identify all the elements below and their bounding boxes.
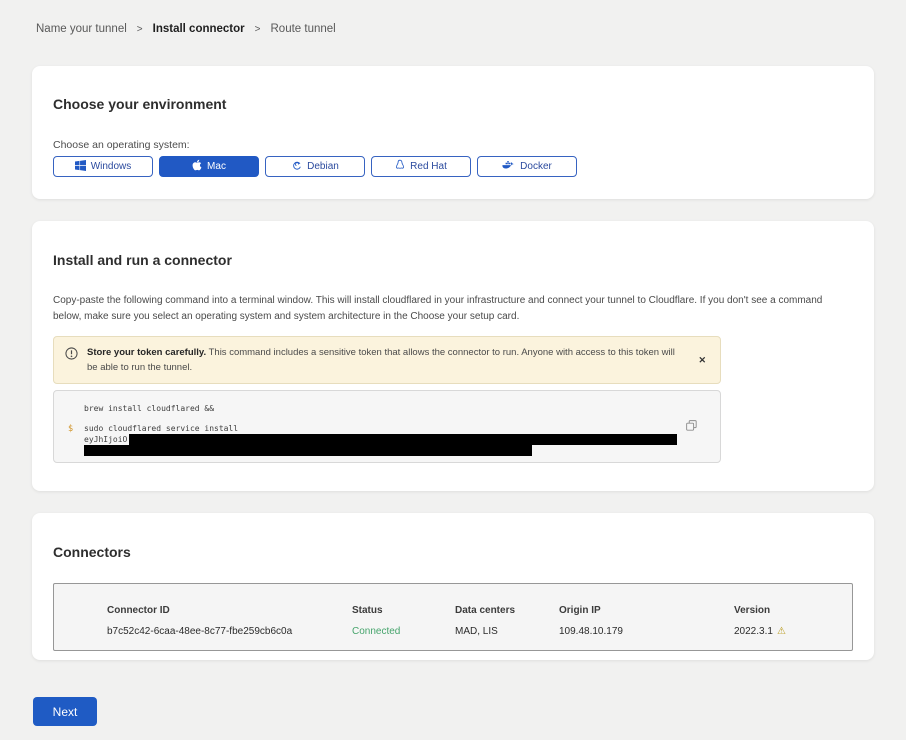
redhat-linux-icon bbox=[395, 159, 405, 174]
origin-ip-value: 109.48.10.179 bbox=[559, 626, 734, 637]
version-value: 2022.3.1 ⚠ bbox=[734, 626, 852, 637]
token-warning-bold: Store your token carefully. bbox=[87, 347, 206, 358]
os-button-label: Docker bbox=[520, 161, 552, 172]
breadcrumb-install-connector[interactable]: Install connector bbox=[153, 23, 245, 35]
breadcrumb-name-your-tunnel[interactable]: Name your tunnel bbox=[36, 23, 127, 35]
next-button[interactable]: Next bbox=[33, 697, 97, 726]
data-centers-value: MAD, LIS bbox=[455, 626, 559, 637]
token-warning-banner: Store your token carefully. This command… bbox=[53, 336, 721, 384]
debian-icon bbox=[291, 160, 302, 174]
token-warning-text: Store your token carefully. This command… bbox=[87, 345, 685, 375]
token-prefix: eyJhIjoiO bbox=[84, 435, 127, 444]
token-redaction-bar bbox=[129, 434, 677, 445]
version-number: 2022.3.1 bbox=[734, 626, 773, 637]
os-button-docker[interactable]: Docker bbox=[477, 156, 577, 177]
os-button-label: Windows bbox=[91, 161, 132, 172]
column-origin-ip: Origin IP bbox=[559, 605, 734, 616]
connector-id-value: b7c52c42-6caa-48ee-8c77-fbe259cb6c0a bbox=[107, 626, 352, 637]
install-card-description: Copy-paste the following command into a … bbox=[53, 293, 853, 325]
breadcrumb: Name your tunnel > Install connector > R… bbox=[36, 23, 336, 35]
close-icon[interactable]: ✕ bbox=[694, 353, 710, 368]
alert-circle-icon bbox=[65, 347, 78, 365]
environment-card: Choose your environment Choose an operat… bbox=[32, 66, 874, 199]
install-card-title: Install and run a connector bbox=[53, 252, 232, 268]
install-connector-card: Install and run a connector Copy-paste t… bbox=[32, 221, 874, 491]
column-connector-id: Connector ID bbox=[107, 605, 352, 616]
column-version: Version bbox=[734, 605, 852, 616]
breadcrumb-route-tunnel[interactable]: Route tunnel bbox=[271, 23, 336, 35]
breadcrumb-separator: > bbox=[255, 24, 261, 35]
status-badge: Connected bbox=[352, 626, 455, 637]
terminal-prompt: $ bbox=[68, 424, 73, 435]
warning-triangle-icon: ⚠ bbox=[777, 626, 786, 637]
terminal-command-block: $ brew install cloudflared && sudo cloud… bbox=[53, 390, 721, 463]
os-button-redhat[interactable]: Red Hat bbox=[371, 156, 471, 177]
column-data-centers: Data centers bbox=[455, 605, 559, 616]
connectors-card: Connectors Connector ID Status Data cent… bbox=[32, 513, 874, 660]
os-button-mac[interactable]: Mac bbox=[159, 156, 259, 177]
connectors-table: Connector ID Status Data centers Origin … bbox=[53, 583, 853, 651]
terminal-line-2: sudo cloudflared service install bbox=[84, 423, 706, 434]
os-select-label: Choose an operating system: bbox=[53, 139, 190, 151]
apple-icon bbox=[192, 159, 202, 174]
connectors-table-header: Connector ID Status Data centers Origin … bbox=[107, 605, 852, 616]
os-button-group: Windows Mac Debian Red Hat Docker bbox=[53, 156, 577, 177]
token-redaction-bar bbox=[84, 445, 532, 456]
os-button-label: Debian bbox=[307, 161, 339, 172]
os-button-windows[interactable]: Windows bbox=[53, 156, 153, 177]
terminal-line-1: brew install cloudflared && bbox=[84, 403, 706, 414]
breadcrumb-separator: > bbox=[137, 24, 143, 35]
terminal-token-line: eyJhIjoiO bbox=[84, 434, 706, 445]
docker-whale-icon bbox=[502, 160, 515, 173]
environment-card-title: Choose your environment bbox=[53, 96, 226, 112]
os-button-label: Red Hat bbox=[410, 161, 447, 172]
copy-icon[interactable] bbox=[685, 418, 698, 435]
connectors-card-title: Connectors bbox=[53, 544, 131, 560]
table-row: b7c52c42-6caa-48ee-8c77-fbe259cb6c0a Con… bbox=[107, 626, 852, 637]
os-button-debian[interactable]: Debian bbox=[265, 156, 365, 177]
windows-icon bbox=[75, 160, 86, 174]
os-button-label: Mac bbox=[207, 161, 226, 172]
column-status: Status bbox=[352, 605, 455, 616]
